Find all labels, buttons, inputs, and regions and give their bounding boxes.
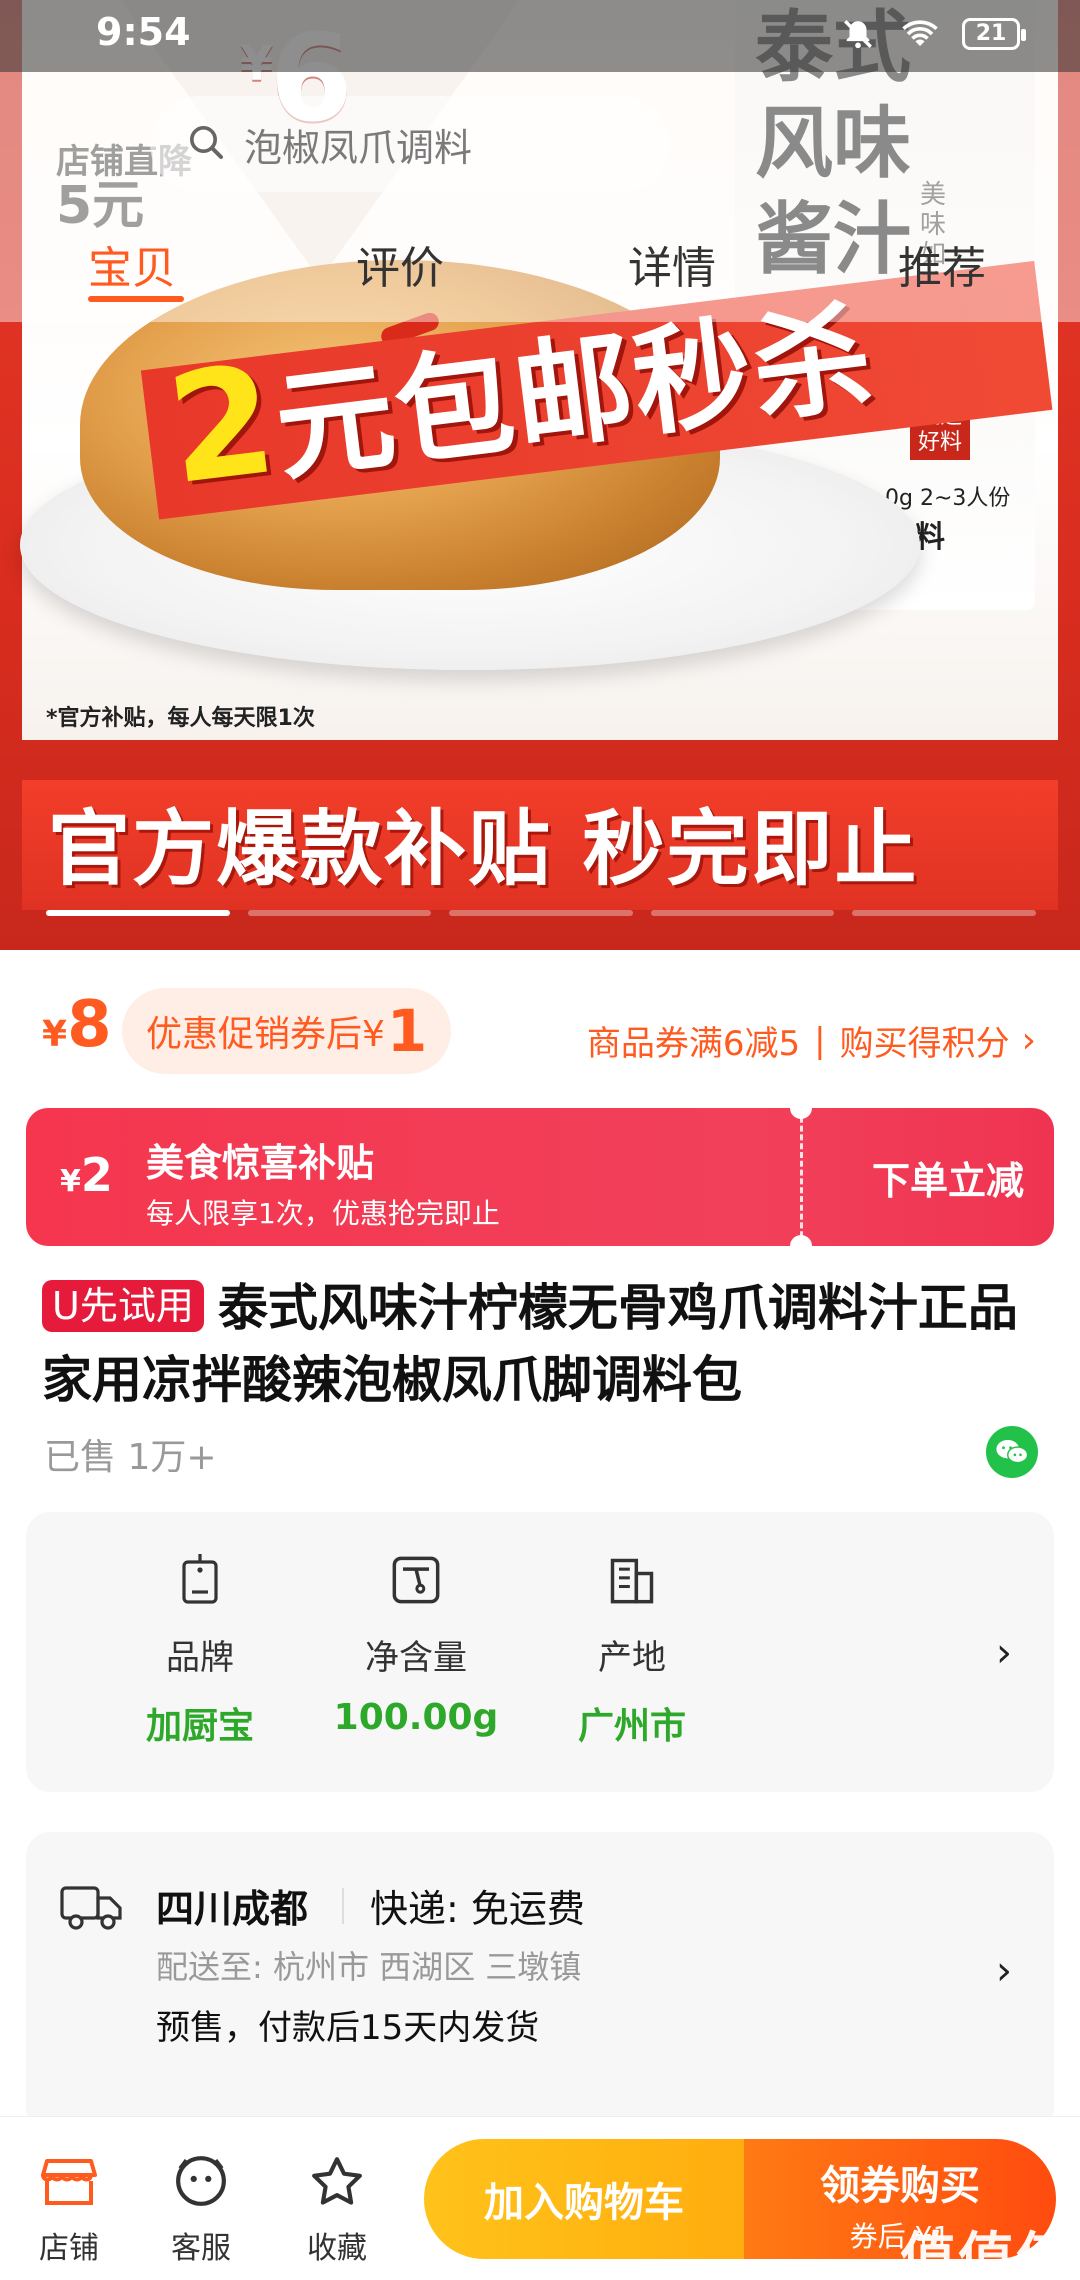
star-icon <box>305 2153 369 2209</box>
coupon-price-pill[interactable]: 优惠促销券后¥ 1 <box>122 988 452 1074</box>
tag-icon <box>172 1552 228 1608</box>
favorite-label: 收藏 <box>307 2231 367 2266</box>
tab-active-indicator <box>88 296 184 302</box>
subsidy-notch <box>790 1108 812 1119</box>
attr-value: 广州市 <box>577 1706 686 1747</box>
subsidy-title: 美食惊喜补贴 <box>146 1141 375 1185</box>
attr-brand: 品牌 加厨宝 <box>90 1552 310 1749</box>
carousel-indicator <box>46 910 1036 916</box>
bell-mute-icon <box>838 14 878 54</box>
wechat-icon <box>996 1439 1029 1464</box>
add-to-cart-button[interactable]: 加入购物车 <box>424 2139 744 2259</box>
ship-presale-note: 预售，付款后15天内发货 <box>156 2008 540 2048</box>
hero-note: *官方补贴，每人每天限1次 <box>46 706 315 731</box>
status-time: 9:54 <box>96 10 191 54</box>
chevron-right-icon[interactable]: › <box>996 1630 1012 1676</box>
current-price: ¥8 <box>42 988 112 1062</box>
attr-value: 100.00g <box>333 1697 499 1738</box>
subsidy-cta-button[interactable]: 下单立减 <box>872 1150 1024 1205</box>
truck-icon <box>60 1878 124 1934</box>
price-row: ¥8 优惠促销券后¥ 1 商品券满6减5 | 购买得积分 › <box>0 950 1080 1074</box>
carousel-dot <box>247 910 432 916</box>
product-title-block: U先试用 泰式风味汁柠檬无骨鸡爪调料汁正品家用凉拌酸辣泡椒凤爪脚调料包 <box>42 1272 1042 1416</box>
buy-button-label: 领券购买 <box>820 2163 980 2209</box>
coupon-price-label: 优惠促销券后¥ <box>146 1014 385 1055</box>
carousel-dot <box>852 910 1036 916</box>
wechat-share-button[interactable] <box>986 1426 1038 1478</box>
subsidy-banner[interactable]: ¥2 美食惊喜补贴 每人限享1次，优惠抢完即止 下单立减 <box>26 1108 1054 1246</box>
store-button[interactable]: 店铺 <box>14 2153 124 2267</box>
ship-destination: 配送至: 杭州市 西湖区 三墩镇 <box>156 1948 582 1986</box>
favorite-button[interactable]: 收藏 <box>282 2153 392 2267</box>
tab-details[interactable]: 详情 <box>628 232 716 296</box>
hero-bottom-text: 官方爆款补贴 秒完即止 <box>48 802 919 897</box>
subsidy-notch <box>790 1235 812 1246</box>
attr-label: 净含量 <box>365 1638 467 1678</box>
building-icon <box>604 1552 660 1608</box>
attr-label: 产地 <box>598 1638 666 1678</box>
promo-coupon-text: 商品券满6减5 <box>586 1024 801 1064</box>
attr-label: 品牌 <box>166 1638 234 1678</box>
scale-icon <box>388 1552 444 1608</box>
ship-origin: 四川成都 <box>156 1887 309 1931</box>
ship-method: 快递: 免运费 <box>370 1887 585 1931</box>
attr-value: 加厨宝 <box>145 1706 254 1747</box>
subsidy-amount: ¥2 <box>60 1148 113 1202</box>
product-title: U先试用 泰式风味汁柠檬无骨鸡爪调料汁正品家用凉拌酸辣泡椒凤爪脚调料包 <box>42 1279 1018 1409</box>
wifi-icon <box>900 14 940 54</box>
promo-points-text: 购买得积分 <box>839 1024 1010 1064</box>
tab-baobei[interactable]: 宝贝 <box>88 232 176 296</box>
search-bar[interactable]: 泡椒凤爪调料 <box>150 96 670 192</box>
store-label: 店铺 <box>39 2231 99 2266</box>
tab-reviews[interactable]: 评价 <box>356 232 444 296</box>
shipping-card[interactable]: 四川成都 快递: 免运费 配送至: 杭州市 西湖区 三墩镇 预售，付款后15天内… <box>26 1832 1054 2132</box>
tab-recommend[interactable]: 推荐 <box>898 232 986 296</box>
service-label: 客服 <box>171 2231 231 2266</box>
divider <box>342 1888 344 1924</box>
store-icon <box>37 2153 101 2209</box>
attr-origin: 产地 广州市 <box>522 1552 742 1749</box>
search-icon <box>186 122 226 166</box>
carousel-dot <box>650 910 835 916</box>
chevron-right-icon[interactable]: › <box>996 1948 1012 1994</box>
trial-badge: U先试用 <box>42 1280 204 1332</box>
chat-face-icon <box>169 2153 233 2209</box>
product-page: ¥6 店铺直降 5元 泰式风味酱汁 美味如此简单 甄选好料 0g 2~3人份 味… <box>0 0 1080 2280</box>
sold-count: 已售 1万+ <box>44 1437 217 1478</box>
status-icons: 21 <box>838 14 1026 54</box>
subsidy-divider <box>800 1108 803 1246</box>
subsidy-subtitle: 每人限享1次，优惠抢完即止 <box>146 1197 500 1230</box>
coupon-price-value: 1 <box>386 997 428 1065</box>
chevron-right-icon: › <box>1021 1020 1036 1061</box>
attributes-card[interactable]: 品牌 加厨宝 净含量 100.00g 产地 广州市 › <box>26 1512 1054 1792</box>
carousel-dot <box>449 910 633 916</box>
attr-net-weight: 净含量 100.00g <box>306 1552 526 1738</box>
promo-link[interactable]: 商品券满6减5 | 购买得积分 › <box>587 1016 1036 1065</box>
carousel-dot <box>46 910 230 916</box>
search-placeholder: 泡椒凤爪调料 <box>244 125 473 170</box>
watermark-url: zhizhizhi.com <box>906 2258 1041 2279</box>
customer-service-button[interactable]: 客服 <box>146 2153 256 2267</box>
battery-icon: 21 <box>962 18 1026 50</box>
